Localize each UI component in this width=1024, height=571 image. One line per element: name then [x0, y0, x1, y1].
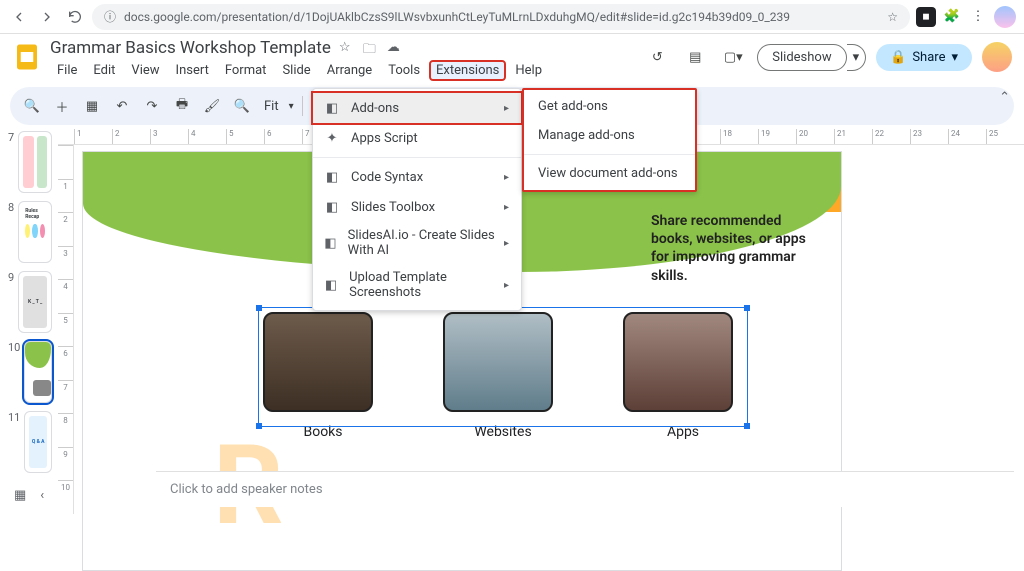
browser-avatar[interactable] [994, 6, 1016, 28]
new-slide-icon[interactable]: ＋ [50, 94, 74, 118]
grid-view-icon[interactable]: ▦ [14, 488, 26, 503]
menu-insert[interactable]: Insert [169, 60, 216, 81]
menu-tools[interactable]: Tools [381, 60, 427, 81]
speaker-notes[interactable]: Click to add speaker notes [156, 471, 1014, 507]
ruler-vertical: 12345678910 [58, 145, 74, 514]
menu-ext-item[interactable]: ◧SlidesAI.io - Create Slides With AI▸ [313, 222, 521, 264]
menu-bar: FileEditViewInsertFormatSlideArrangeTool… [50, 60, 643, 81]
url-bar[interactable]: ⓘ docs.google.com/presentation/d/1DojUAk… [92, 4, 910, 30]
undo-icon[interactable]: ↶ [110, 94, 134, 118]
menu-ext-item[interactable]: ◧Slides Toolbox▸ [313, 192, 521, 222]
star-doc-icon[interactable]: ☆ [339, 40, 355, 56]
addons-icon: ◧ [323, 99, 341, 117]
site-info-icon[interactable]: ⓘ [104, 8, 116, 25]
chevron-right-icon: ▸ [504, 238, 509, 249]
move-icon[interactable]: 🗀 [363, 40, 379, 56]
thumb-number: 7 [8, 131, 14, 144]
account-avatar[interactable] [982, 42, 1012, 72]
extensions-puzzle-icon[interactable]: 🧩 [942, 7, 962, 27]
selection-outline[interactable] [258, 307, 748, 427]
zoom-fit[interactable]: Fit [260, 99, 283, 114]
thumb-number: 8 [8, 201, 14, 214]
comments-icon[interactable]: ▤ [681, 43, 709, 71]
paint-format-icon[interactable]: 🖌 [200, 94, 224, 118]
menu-view[interactable]: View [124, 60, 166, 81]
menu-edit[interactable]: Edit [86, 60, 122, 81]
menu-ext-item[interactable]: ◧Upload Template Screenshots▸ [313, 264, 521, 306]
slideshow-dropdown[interactable]: ▾ [847, 44, 867, 71]
back-icon[interactable] [8, 6, 30, 28]
submenu-get-addons[interactable]: Get add-ons [524, 92, 695, 121]
share-button[interactable]: 🔒 Share ▾ [876, 44, 972, 71]
chevron-right-icon: ▸ [504, 202, 509, 213]
thumbnail-slide-10[interactable] [24, 341, 52, 403]
thumbnail-slide-8[interactable]: Rules Recap [18, 201, 52, 263]
meet-icon[interactable]: ▢▾ [719, 43, 747, 71]
ext-item-icon: ◧ [323, 276, 339, 294]
print-icon[interactable]: 🖶 [170, 94, 194, 118]
zoom-icon[interactable]: 🔍 [230, 94, 254, 118]
thumb-number: 11 [8, 411, 20, 424]
thumb-number: 10 [8, 341, 20, 354]
forward-icon[interactable] [36, 6, 58, 28]
lock-icon: 🔒 [890, 50, 906, 65]
thumbnail-slide-9[interactable]: K _ T _ [18, 271, 52, 333]
ext-item-icon: ◧ [323, 198, 341, 216]
menu-extensions[interactable]: Extensions [429, 60, 506, 81]
submenu-view-document-addons[interactable]: View document add-ons [524, 159, 695, 188]
menu-ext-item[interactable]: ◧Code Syntax▸ [313, 162, 521, 192]
slideshow-button[interactable]: Slideshow [757, 44, 846, 71]
menu-file[interactable]: File [50, 60, 84, 81]
menu-slide[interactable]: Slide [275, 60, 317, 81]
cloud-status-icon: ☁ [387, 40, 403, 56]
thumbnail-slide-7[interactable] [18, 131, 52, 193]
chevron-right-icon: ▸ [504, 103, 509, 114]
ext-item-icon: ◧ [323, 234, 338, 252]
more-icon[interactable]: ⋮ [968, 7, 988, 27]
chevron-right-icon: ▸ [504, 280, 509, 291]
menu-arrange[interactable]: Arrange [320, 60, 379, 81]
addons-submenu: Get add-ons Manage add-ons View document… [522, 88, 697, 192]
menu-apps-script[interactable]: ✦Apps Script [313, 123, 521, 153]
reload-icon[interactable] [64, 6, 86, 28]
apps-script-icon: ✦ [323, 129, 341, 147]
collapse-panel-icon[interactable]: ‹ [40, 488, 44, 503]
redo-icon[interactable]: ↷ [140, 94, 164, 118]
menu-help[interactable]: Help [508, 60, 549, 81]
url-text: docs.google.com/presentation/d/1DojUAklb… [124, 10, 790, 24]
history-icon[interactable]: ↺ [643, 43, 671, 71]
star-icon[interactable]: ☆ [887, 10, 898, 24]
chevron-right-icon: ▸ [504, 172, 509, 183]
menu-format[interactable]: Format [218, 60, 274, 81]
search-menus-icon[interactable]: 🔍 [20, 94, 44, 118]
layout-icon[interactable]: ▦ [80, 94, 104, 118]
thumbnail-panel: 7 8 Rules Recap 9 K _ T _ 10 11 Q & A [0, 129, 58, 514]
submenu-manage-addons[interactable]: Manage add-ons [524, 121, 695, 150]
slides-logo-icon[interactable] [12, 42, 42, 72]
collapse-toolbar-icon[interactable]: ⌃ [999, 90, 1010, 105]
doc-title[interactable]: Grammar Basics Workshop Template [50, 38, 331, 58]
slide-body-text[interactable]: Share recommended books, websites, or ap… [651, 212, 811, 285]
extensions-menu: ◧Add-ons ▸ ✦Apps Script ◧Code Syntax▸◧Sl… [312, 88, 522, 311]
ext-item-icon: ◧ [323, 168, 341, 186]
extension-1-icon[interactable]: ◼ [916, 7, 936, 27]
menu-addons[interactable]: ◧Add-ons ▸ [311, 91, 523, 125]
thumbnail-slide-11[interactable]: Q & A [24, 411, 52, 473]
thumb-number: 9 [8, 271, 14, 284]
